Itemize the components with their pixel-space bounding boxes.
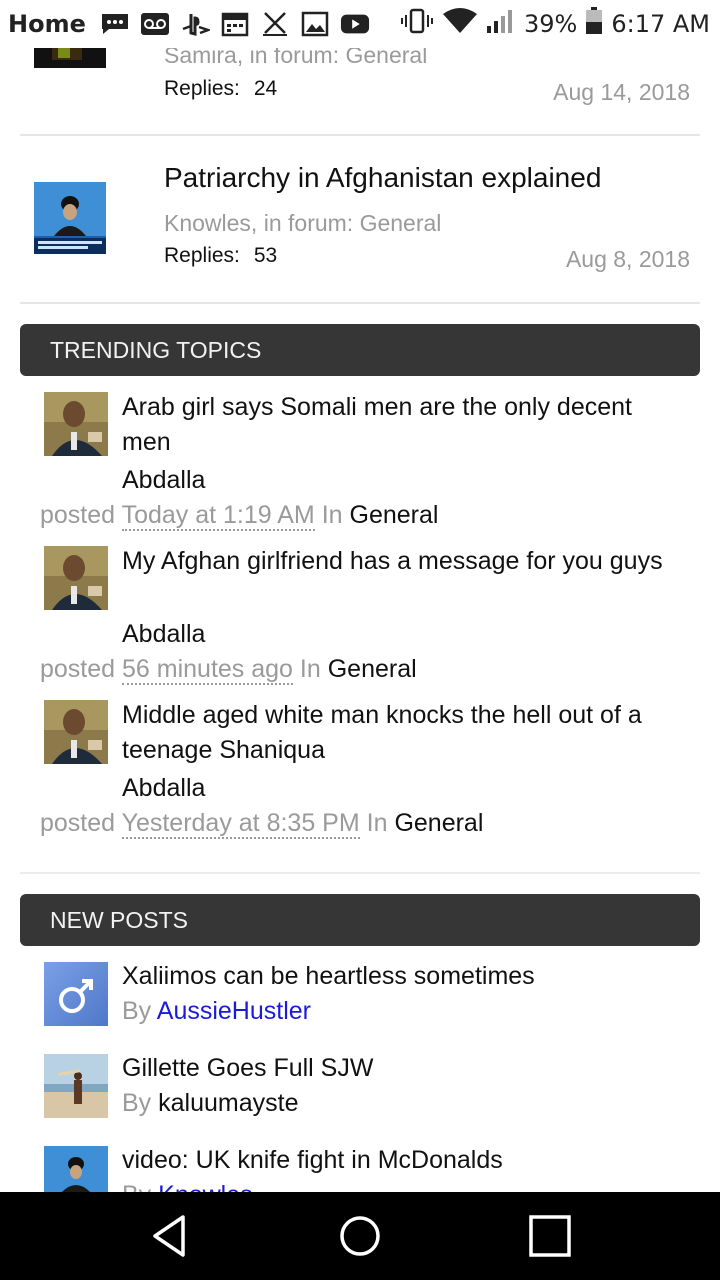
author-link[interactable]: AussieHustler: [157, 997, 311, 1025]
trending-item[interactable]: My Afghan girlfriend has a message for y…: [20, 544, 700, 694]
thread-meta: Knowles, in forum: General: [164, 210, 442, 236]
chat-notification-icon: [100, 11, 130, 37]
user-avatar[interactable]: [44, 700, 108, 764]
gallery-icon: [300, 11, 330, 37]
post-time[interactable]: Today at 1:19 AM: [121, 501, 315, 531]
x-app-icon: [260, 11, 290, 37]
new-post-item[interactable]: Xaliimos can be heartless sometimes By A…: [20, 962, 700, 1042]
trending-author[interactable]: Abdalla: [122, 620, 205, 649]
new-post-byline: By kaluumayste: [122, 1089, 299, 1117]
trending-author[interactable]: Abdalla: [122, 466, 205, 495]
thread-replies: Replies: 24: [164, 77, 278, 100]
battery-icon: [585, 7, 603, 41]
forum-link[interactable]: General: [350, 501, 439, 529]
new-post-item[interactable]: Gillette Goes Full SJW By kaluumayste: [20, 1054, 700, 1134]
playstation-icon: [180, 11, 210, 37]
thread-date: Aug 14, 2018: [553, 79, 690, 105]
trending-posted-line: posted Yesterday at 8:35 PM In General: [40, 809, 484, 839]
forum-link[interactable]: General: [394, 809, 483, 837]
author-link[interactable]: Knowles: [158, 1181, 253, 1192]
trending-item[interactable]: Middle aged white man knocks the hell ou…: [20, 698, 700, 848]
new-posts-header: NEW POSTS: [20, 894, 700, 946]
new-post-title[interactable]: Gillette Goes Full SJW: [122, 1054, 373, 1083]
post-time[interactable]: 56 minutes ago: [122, 655, 293, 685]
android-status-bar: Home 39% 6:17 AM: [0, 0, 720, 48]
user-avatar[interactable]: [44, 1054, 108, 1118]
battery-percent: 39%: [524, 10, 578, 38]
forum-link[interactable]: General: [328, 655, 417, 683]
section-divider: [20, 872, 700, 874]
default-male-avatar-icon[interactable]: [44, 962, 108, 1026]
android-nav-bar: [0, 1192, 720, 1280]
trending-posted-line: posted Today at 1:19 AM In General: [40, 501, 439, 531]
forum-page: Samira, in forum: General Replies: 24 Aug…: [0, 0, 720, 1192]
user-avatar[interactable]: [44, 1146, 108, 1192]
new-post-item[interactable]: video: UK knife fight in McDonalds By Kn…: [20, 1146, 700, 1192]
home-app-label: Home: [8, 10, 86, 38]
back-icon[interactable]: [145, 1211, 195, 1261]
thread-item[interactable]: Patriarchy in Afghanistan explained Know…: [20, 134, 700, 304]
new-post-title[interactable]: Xaliimos can be heartless sometimes: [122, 962, 535, 991]
trending-title[interactable]: Middle aged white man knocks the hell ou…: [122, 698, 682, 768]
youtube-icon: [340, 11, 370, 37]
new-post-byline: By Knowles: [122, 1181, 253, 1192]
user-avatar[interactable]: [44, 546, 108, 610]
thread-replies: Replies: 53: [164, 244, 278, 267]
thread-thumbnail: [34, 182, 106, 254]
recents-icon[interactable]: [525, 1211, 575, 1261]
author-link[interactable]: kaluumayste: [158, 1089, 298, 1117]
user-avatar[interactable]: [44, 392, 108, 456]
trending-topics-header: TRENDING TOPICS: [20, 324, 700, 376]
new-post-byline: By AussieHustler: [122, 997, 311, 1025]
thread-title[interactable]: Patriarchy in Afghanistan explained: [164, 162, 601, 194]
trending-item[interactable]: Arab girl says Somali men are the only d…: [20, 390, 700, 540]
trending-title[interactable]: Arab girl says Somali men are the only d…: [122, 390, 682, 460]
vibrate-icon: [400, 8, 434, 40]
voicemail-icon: [140, 11, 170, 37]
signal-icon: [486, 8, 516, 40]
trending-author[interactable]: Abdalla: [122, 774, 205, 803]
calendar-icon: [220, 11, 250, 37]
trending-posted-line: posted 56 minutes ago In General: [40, 655, 417, 685]
clock: 6:17 AM: [611, 10, 710, 38]
wifi-icon: [442, 8, 478, 40]
trending-title[interactable]: My Afghan girlfriend has a message for y…: [122, 544, 682, 579]
home-icon[interactable]: [335, 1211, 385, 1261]
post-time[interactable]: Yesterday at 8:35 PM: [121, 809, 360, 839]
thread-date: Aug 8, 2018: [565, 246, 690, 272]
new-post-title[interactable]: video: UK knife fight in McDonalds: [122, 1146, 503, 1175]
